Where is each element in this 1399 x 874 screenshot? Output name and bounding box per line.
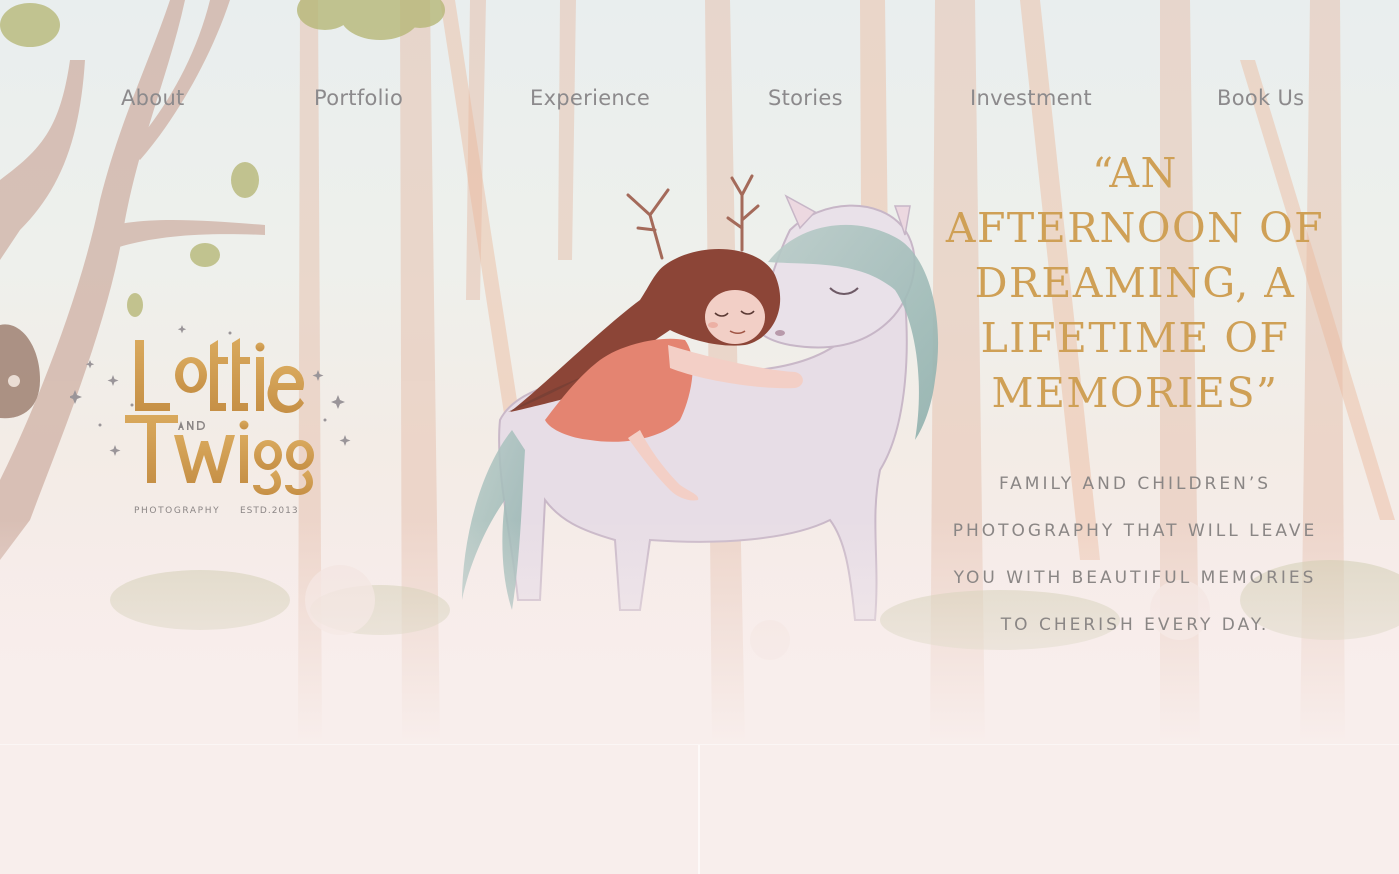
main-navigation: About Portfolio Experience Stories Inves… [0, 86, 1399, 122]
content-section [0, 744, 1399, 874]
nav-link-portfolio[interactable]: Portfolio [314, 86, 403, 110]
nav-link-about[interactable]: About [121, 86, 185, 110]
logo-subtitle-photography: PHOTOGRAPHY [134, 506, 221, 516]
hero-tagline: FAMILY AND CHILDREN’S PHOTOGRAPHY THAT W… [952, 474, 1318, 635]
hero-section: About Portfolio Experience Stories Inves… [0, 0, 1399, 744]
nav-link-stories[interactable]: Stories [768, 86, 843, 110]
nav-link-experience[interactable]: Experience [530, 86, 650, 110]
right-panel [700, 745, 1399, 874]
hero-quote: “AN AFTERNOON OF DREAMING, A LIFETIME OF… [945, 149, 1325, 417]
nav-link-book-us[interactable]: Book Us [1217, 86, 1304, 110]
nav-link-investment[interactable]: Investment [970, 86, 1092, 110]
logo-subtitle-established: ESTD.2013 [240, 506, 299, 516]
left-panel [0, 745, 698, 874]
brand-logo[interactable] [70, 285, 360, 525]
page: About Portfolio Experience Stories Inves… [0, 0, 1399, 874]
